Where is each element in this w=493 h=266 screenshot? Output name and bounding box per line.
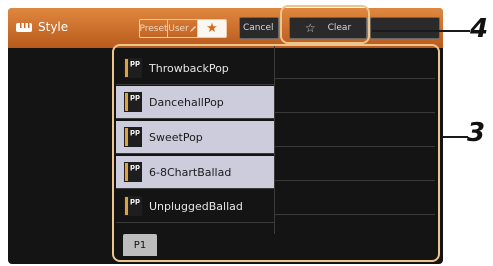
tab-user[interactable]: User	[168, 20, 198, 37]
pencil-icon	[189, 25, 196, 32]
cancel-button[interactable]: Cancel	[239, 17, 279, 39]
bank-tabs: Preset User ★	[139, 19, 227, 38]
callout-leader-3	[442, 136, 468, 138]
blank-button[interactable]	[370, 17, 440, 39]
callout-number-3: 3	[467, 118, 486, 148]
screen-title: Style	[16, 20, 68, 34]
callout-leader-4	[372, 30, 470, 32]
screen-title-text: Style	[38, 20, 69, 34]
tab-favorite[interactable]: ★	[198, 20, 226, 37]
piano-icon	[16, 22, 32, 32]
tab-preset[interactable]: Preset	[139, 20, 168, 37]
callout-number-4: 4	[470, 14, 489, 44]
callout-box-4	[280, 5, 370, 44]
callout-box-3	[112, 44, 440, 262]
tab-user-label: User	[168, 23, 189, 34]
